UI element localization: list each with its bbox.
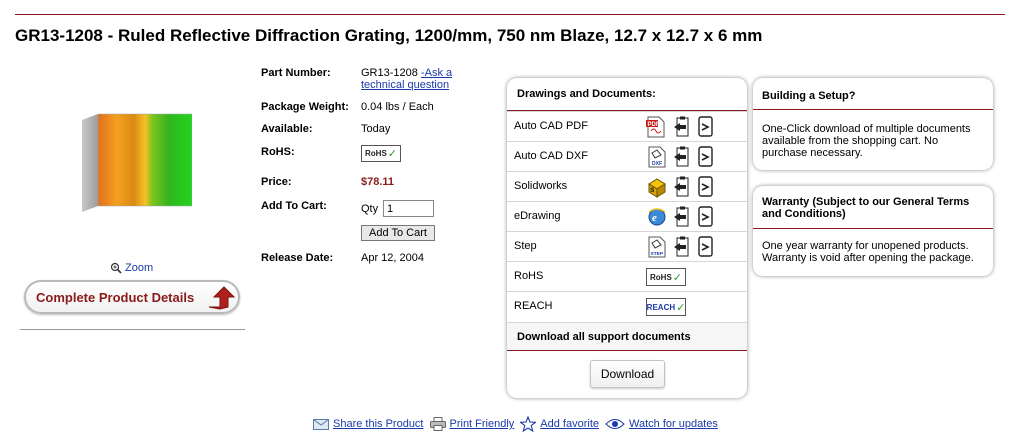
part-number-label: Part Number:	[261, 67, 331, 79]
warranty-heading: Warranty (Subject to our General Terms a…	[762, 196, 970, 220]
add-to-cart-label: Add To Cart:	[261, 200, 327, 212]
doc-name: Solidworks	[514, 180, 568, 192]
download-all-label: Download all support documents	[517, 331, 691, 343]
check-icon: ✓	[676, 301, 686, 314]
send-document-icon[interactable]	[697, 116, 715, 138]
doc-name: eDrawing	[514, 210, 561, 222]
doc-row-autocad-pdf: Auto CAD PDF PDF	[507, 111, 747, 141]
doc-row-edrawing: eDrawing e	[507, 201, 747, 231]
documents-panel: Drawings and Documents: Auto CAD PDF PDF…	[507, 78, 747, 398]
doc-row-reach: REACH REACH ✓	[507, 291, 747, 321]
quantity-input[interactable]	[383, 200, 434, 217]
warranty-panel: Warranty (Subject to our General Terms a…	[753, 186, 993, 276]
dxf-icon[interactable]: DXF	[648, 146, 666, 168]
copy-document-icon[interactable]	[673, 116, 693, 138]
send-document-icon[interactable]	[697, 176, 715, 198]
package-weight-label: Package Weight:	[261, 101, 349, 113]
download-button[interactable]: Download	[590, 360, 665, 388]
doc-row-autocad-dxf: Auto CAD DXF DXF	[507, 141, 747, 171]
pdf-icon[interactable]: PDF	[646, 116, 666, 138]
eye-icon	[605, 419, 625, 429]
star-icon	[520, 416, 537, 432]
add-favorite-link[interactable]: Add favorite	[520, 416, 599, 432]
printer-icon	[429, 417, 446, 431]
doc-name: RoHS	[514, 270, 544, 282]
reach-badge[interactable]: REACH ✓	[646, 298, 686, 316]
check-icon: ✓	[672, 271, 682, 284]
add-to-cart-button[interactable]: Add To Cart	[361, 225, 435, 241]
building-setup-panel: Building a Setup? One-Click download of …	[753, 78, 993, 170]
product-image[interactable]	[80, 112, 192, 222]
doc-row-solidworks: Solidworks s	[507, 171, 747, 201]
doc-name: Auto CAD PDF	[514, 120, 588, 132]
watch-updates-link[interactable]: Watch for updates	[605, 418, 718, 430]
available-value: Today	[361, 123, 391, 135]
footer-links: Share this Product Print Friendly Add fa…	[313, 416, 724, 432]
top-divider	[15, 14, 1005, 15]
step-icon[interactable]: STEP	[648, 236, 666, 258]
left-divider	[20, 329, 245, 330]
send-document-icon[interactable]	[697, 206, 715, 228]
available-label: Available:	[261, 123, 313, 135]
qty-label: Qty	[361, 203, 379, 215]
svg-text:STEP: STEP	[651, 251, 664, 257]
share-link[interactable]: Share this Product	[313, 418, 424, 430]
doc-row-step: Step STEP	[507, 231, 747, 261]
zoom-label: Zoom	[125, 262, 154, 274]
magnifier-icon	[110, 262, 122, 274]
rohs-label: RoHS:	[261, 146, 295, 158]
svg-text:PDF: PDF	[648, 122, 660, 128]
copy-document-icon[interactable]	[673, 206, 693, 228]
svg-text:e: e	[652, 212, 657, 224]
zoom-link[interactable]: Zoom	[110, 262, 153, 274]
print-friendly-link[interactable]: Print Friendly	[429, 417, 514, 431]
setup-body: One-Click download of multiple documents…	[762, 123, 971, 159]
copy-document-icon[interactable]	[673, 176, 693, 198]
send-document-icon[interactable]	[697, 236, 715, 258]
check-icon: ✓	[387, 148, 397, 160]
setup-heading: Building a Setup?	[762, 90, 856, 102]
rohs-badge[interactable]: RoHS ✓	[646, 268, 686, 286]
release-date-value: Apr 12, 2004	[361, 252, 424, 264]
svg-text:s: s	[650, 185, 655, 194]
solidworks-icon[interactable]: s	[646, 176, 668, 198]
price-value: $78.11	[361, 176, 395, 188]
documents-heading: Drawings and Documents:	[517, 88, 656, 100]
doc-name: REACH	[514, 300, 553, 312]
package-weight-value: 0.04 lbs / Each	[361, 101, 434, 113]
doc-name: Auto CAD DXF	[514, 150, 588, 162]
price-label: Price:	[261, 176, 292, 188]
svg-text:DXF: DXF	[652, 161, 662, 167]
warranty-body: One year warranty for unopened products.…	[762, 240, 974, 264]
copy-document-icon[interactable]	[673, 236, 693, 258]
envelope-icon	[313, 418, 329, 430]
part-number-value: GR13-1208	[361, 67, 418, 79]
complete-product-details-button[interactable]: Complete Product Details	[24, 280, 240, 314]
download-all-section: Download all support documents	[507, 322, 747, 350]
copy-document-icon[interactable]	[673, 146, 693, 168]
doc-name: Step	[514, 240, 537, 252]
part-number-block: GR13-1208 -Ask a technical question	[361, 67, 452, 91]
arrow-up-right-icon	[208, 286, 236, 310]
complete-product-details-label: Complete Product Details	[36, 289, 195, 305]
send-document-icon[interactable]	[697, 146, 715, 168]
edrawing-icon[interactable]: e	[647, 206, 667, 228]
page-title: GR13-1208 - Ruled Reflective Diffraction…	[15, 26, 763, 45]
rohs-badge: RoHS ✓	[361, 145, 401, 162]
doc-row-rohs: RoHS RoHS ✓	[507, 261, 747, 291]
release-date-label: Release Date:	[261, 252, 334, 264]
